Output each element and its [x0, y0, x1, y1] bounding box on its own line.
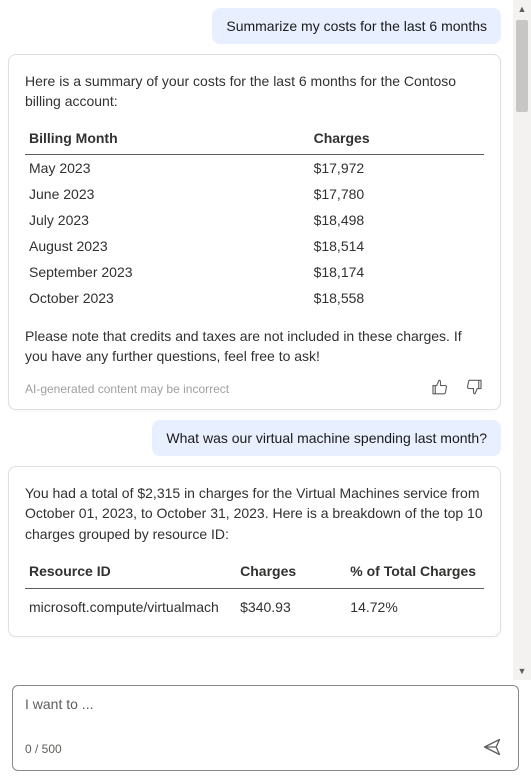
table-row: October 2023 $18,558	[25, 285, 484, 314]
col-header-charges: Charges	[236, 556, 346, 589]
chat-scroll-area[interactable]: Summarize my costs for the last 6 months…	[0, 0, 513, 680]
ai-disclaimer: AI-generated content may be incorrect	[25, 382, 229, 396]
ai-response-card: Here is a summary of your costs for the …	[8, 54, 501, 410]
user-message: Summarize my costs for the last 6 months	[212, 8, 501, 44]
scrollbar[interactable]: ▲ ▼	[513, 0, 531, 680]
char-counter: 0 / 500	[25, 742, 62, 756]
ai-intro-text: You had a total of $2,315 in charges for…	[25, 483, 484, 544]
scrollbar-thumb[interactable]	[516, 20, 528, 112]
message-composer: 0 / 500	[12, 685, 519, 771]
table-row: September 2023 $18,174	[25, 259, 484, 285]
table-row: June 2023 $17,780	[25, 181, 484, 207]
ai-response-card: You had a total of $2,315 in charges for…	[8, 466, 501, 637]
col-header-pct: % of Total Charges	[346, 556, 484, 589]
message-input[interactable]	[25, 696, 506, 733]
ai-intro-text: Here is a summary of your costs for the …	[25, 71, 484, 112]
scroll-down-arrow-icon[interactable]: ▼	[513, 662, 531, 680]
user-message: What was our virtual machine spending la…	[152, 420, 501, 456]
col-header-resource: Resource ID	[25, 556, 236, 589]
table-row: July 2023 $18,498	[25, 207, 484, 233]
table-row: August 2023 $18,514	[25, 233, 484, 259]
col-header-month: Billing Month	[25, 124, 310, 155]
resource-table: Resource ID Charges % of Total Charges m…	[25, 556, 484, 620]
send-button[interactable]	[478, 733, 506, 764]
ai-outro-text: Please note that credits and taxes are n…	[25, 326, 484, 367]
table-row: May 2023 $17,972	[25, 154, 484, 181]
billing-table: Billing Month Charges May 2023 $17,972 J…	[25, 124, 484, 314]
thumbs-up-icon[interactable]	[430, 378, 448, 399]
col-header-charges: Charges	[310, 124, 484, 155]
thumbs-down-icon[interactable]	[466, 378, 484, 399]
table-row: microsoft.compute/virtualmach $340.93 14…	[25, 589, 484, 621]
send-icon	[482, 745, 502, 760]
scroll-up-arrow-icon[interactable]: ▲	[513, 0, 531, 18]
